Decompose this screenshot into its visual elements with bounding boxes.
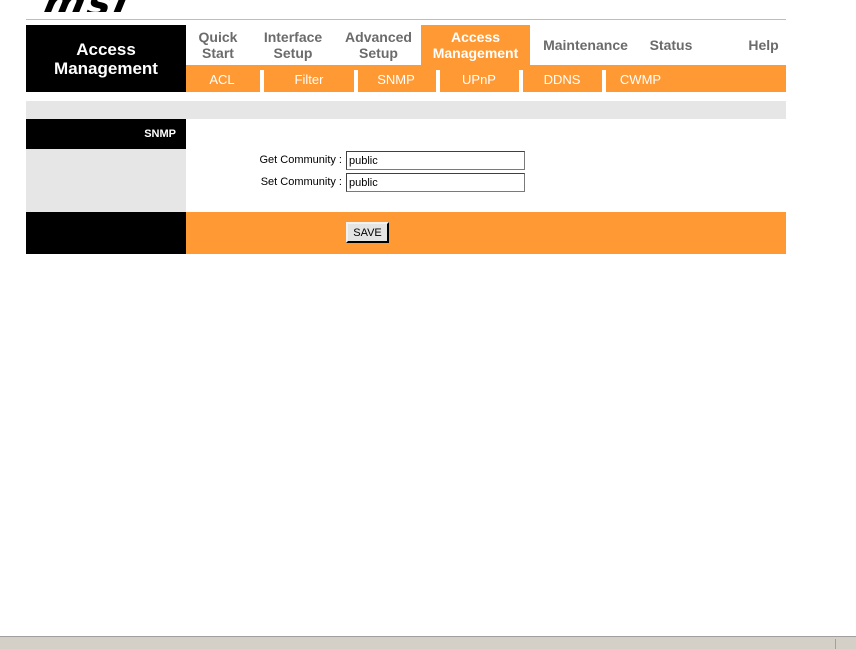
sidebar-filler	[26, 149, 186, 212]
footer-left-block	[26, 212, 186, 254]
sidebar-label: SNMP	[144, 128, 176, 140]
section-title-box: Access Management	[26, 25, 186, 92]
sub-nav: ACL Filter SNMP UPnP DDNS CWMP	[186, 65, 786, 92]
tab-help[interactable]: Help	[731, 25, 796, 65]
footer-action-bar	[186, 212, 786, 254]
subnav-ddns[interactable]: DDNS	[523, 65, 601, 92]
sidebar-header: SNMP	[26, 119, 186, 149]
tab-quick-start[interactable]: Quick Start	[186, 25, 250, 65]
set-community-input[interactable]	[346, 173, 525, 192]
subnav-acl[interactable]: ACL	[186, 65, 258, 92]
subnav-upnp[interactable]: UPnP	[440, 65, 518, 92]
main-nav: Quick Start Interface Setup Advanced Set…	[186, 25, 786, 65]
save-button[interactable]: SAVE	[346, 222, 389, 243]
subnav-cwmp[interactable]: CWMP	[606, 65, 675, 92]
section-title: Access Management	[54, 39, 158, 78]
browser-status-bar	[0, 636, 856, 649]
set-community-label: Set Community :	[260, 176, 342, 188]
subnav-filter[interactable]: Filter	[264, 65, 354, 92]
content-spacer-band	[26, 101, 786, 119]
tab-advanced-setup[interactable]: Advanced Setup	[336, 25, 421, 65]
header-divider	[26, 19, 786, 20]
logo-text: msi	[44, 0, 134, 12]
msi-logo: msi	[44, 0, 204, 12]
subnav-snmp[interactable]: SNMP	[358, 65, 434, 92]
tab-interface-setup[interactable]: Interface Setup	[250, 25, 336, 65]
tab-access-management[interactable]: Access Management	[421, 25, 530, 65]
get-community-label: Get Community :	[259, 154, 342, 166]
tab-status[interactable]: Status	[641, 25, 701, 65]
tab-maintenance[interactable]: Maintenance	[530, 25, 641, 65]
get-community-input[interactable]	[346, 151, 525, 170]
